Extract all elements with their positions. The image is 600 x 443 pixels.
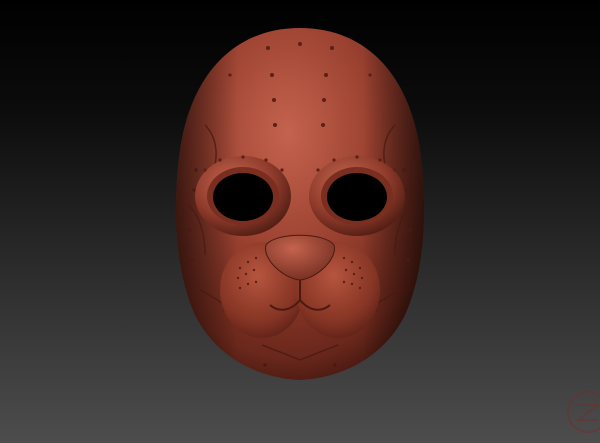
render-viewport (0, 0, 600, 443)
right-eye (309, 155, 405, 236)
left-eye (195, 155, 291, 236)
mask-render (175, 28, 600, 433)
zbrush-logo-icon (567, 391, 600, 433)
